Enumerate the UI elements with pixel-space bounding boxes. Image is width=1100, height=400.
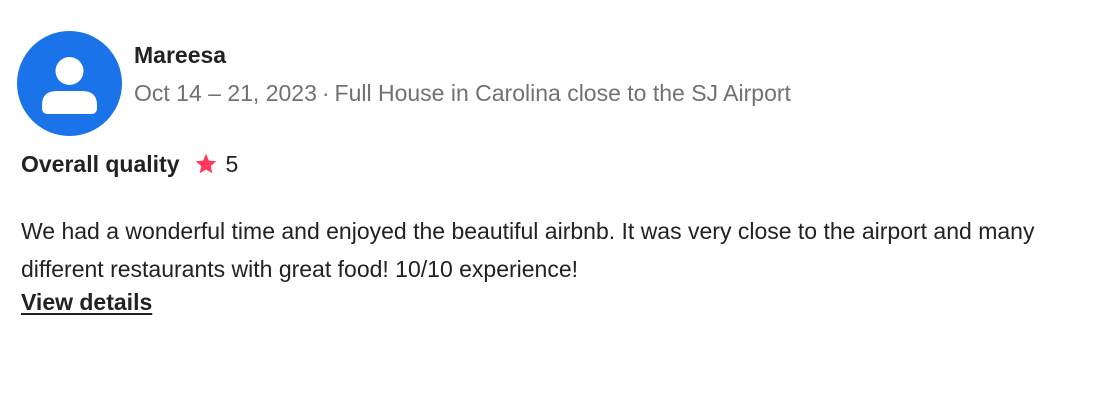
star-icon [195,153,216,174]
stay-info: Oct 14 – 21, 2023 · Full House in Carolina… [134,79,791,107]
review-card: Mareesa Oct 14 – 21, 2023 · Full House in … [0,0,1100,400]
separator-dot: · [321,80,330,106]
rating-value: 5 [225,151,239,177]
view-details-link[interactable]: View details [21,287,152,317]
overall-rating: Overall quality 5 [21,150,238,178]
person-icon [42,57,97,114]
rating-label: Overall quality [21,151,180,177]
reviewer-meta: Mareesa Oct 14 – 21, 2023 · Full House in … [134,31,791,107]
review-header: Mareesa Oct 14 – 21, 2023 · Full House in … [17,31,791,136]
avatar[interactable] [17,31,122,136]
review-text: We had a wonderful time and enjoyed the … [21,218,1035,282]
reviewer-name: Mareesa [134,42,227,68]
stay-dates: Oct 14 – 21, 2023 [134,80,317,106]
listing-title: Full House in Carolina close to the SJ A… [334,80,791,106]
